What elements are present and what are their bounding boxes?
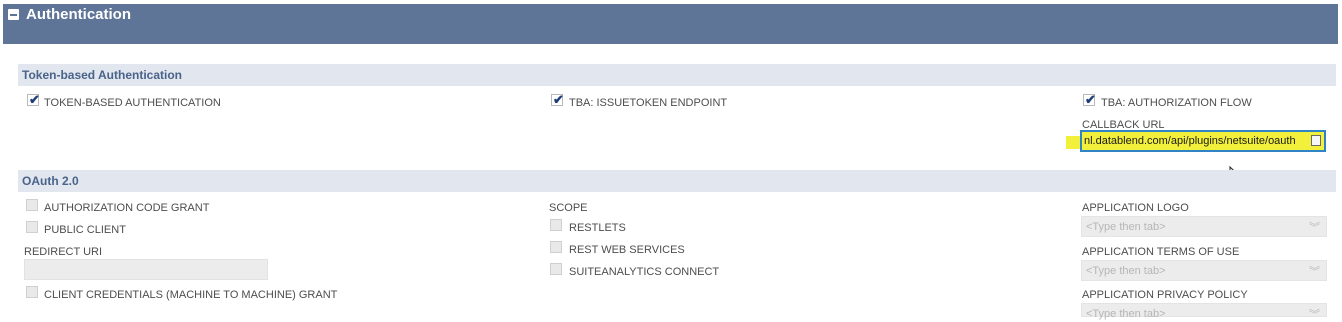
section-title-authentication: Authentication <box>26 6 131 23</box>
token-based-authentication-label: TOKEN-BASED AUTHENTICATION <box>44 97 221 109</box>
redirect-uri-input[interactable] <box>24 259 268 280</box>
section-header-authentication <box>3 4 1338 44</box>
token-based-authentication-checkbox[interactable]: ✔ <box>27 92 40 107</box>
redirect-uri-label: REDIRECT URI <box>24 246 103 258</box>
subsection-title-oauth: OAuth 2.0 <box>22 174 79 188</box>
subsection-title-tba: Token-based Authentication <box>22 68 183 82</box>
restlets-label: RESTLETS <box>569 222 626 234</box>
subsection-bar-oauth <box>18 170 1336 192</box>
field-helper-icon[interactable] <box>1311 135 1321 146</box>
issuetoken-endpoint-label: TBA: ISSUETOKEN ENDPOINT <box>569 97 728 109</box>
authorization-code-grant-checkbox[interactable] <box>26 199 38 211</box>
client-credentials-grant-checkbox[interactable] <box>26 286 38 298</box>
application-logo-label: APPLICATION LOGO <box>1082 202 1189 214</box>
application-privacy-policy-select[interactable]: <Type then tab> ︾ <box>1081 303 1327 321</box>
collapse-toggle-icon[interactable] <box>8 9 19 20</box>
double-chevron-down-icon: ︾ <box>1309 266 1320 278</box>
double-chevron-down-icon: ︾ <box>1309 309 1320 321</box>
application-logo-select[interactable]: <Type then tab> ︾ <box>1081 216 1327 237</box>
application-logo-placeholder: <Type then tab> <box>1086 221 1166 233</box>
public-client-checkbox[interactable] <box>26 221 38 233</box>
authorization-code-grant-label: AUTHORIZATION CODE GRANT <box>44 202 210 214</box>
application-terms-of-use-select[interactable]: <Type then tab> ︾ <box>1081 260 1327 281</box>
authorization-flow-checkbox[interactable]: ✔ <box>1083 92 1096 107</box>
restlets-checkbox[interactable] <box>550 219 562 231</box>
checkmark-icon: ✔ <box>29 92 40 107</box>
issuetoken-endpoint-checkbox[interactable]: ✔ <box>551 92 564 107</box>
checkmark-icon: ✔ <box>1085 92 1096 107</box>
rest-web-services-label: REST WEB SERVICES <box>569 244 685 256</box>
application-terms-of-use-label: APPLICATION TERMS OF USE <box>1082 246 1240 258</box>
double-chevron-down-icon: ︾ <box>1309 222 1320 234</box>
rest-web-services-checkbox[interactable] <box>550 241 562 253</box>
subsection-bar-tba <box>18 64 1336 86</box>
authorization-flow-label: TBA: AUTHORIZATION FLOW <box>1101 97 1252 109</box>
suiteanalytics-connect-checkbox[interactable] <box>550 263 562 275</box>
callback-url-input[interactable]: nl.datablend.com/api/plugins/netsuite/oa… <box>1080 130 1326 152</box>
application-privacy-policy-placeholder: <Type then tab> <box>1086 308 1166 320</box>
application-terms-of-use-placeholder: <Type then tab> <box>1086 265 1166 277</box>
suiteanalytics-connect-label: SUITEANALYTICS CONNECT <box>569 266 720 278</box>
checkmark-icon: ✔ <box>553 92 564 107</box>
public-client-label: PUBLIC CLIENT <box>44 224 126 236</box>
scope-label: SCOPE <box>549 202 588 214</box>
application-privacy-policy-label: APPLICATION PRIVACY POLICY <box>1082 289 1248 301</box>
client-credentials-grant-label: CLIENT CREDENTIALS (MACHINE TO MACHINE) … <box>44 289 338 301</box>
callback-url-value: nl.datablend.com/api/plugins/netsuite/oa… <box>1084 135 1296 147</box>
